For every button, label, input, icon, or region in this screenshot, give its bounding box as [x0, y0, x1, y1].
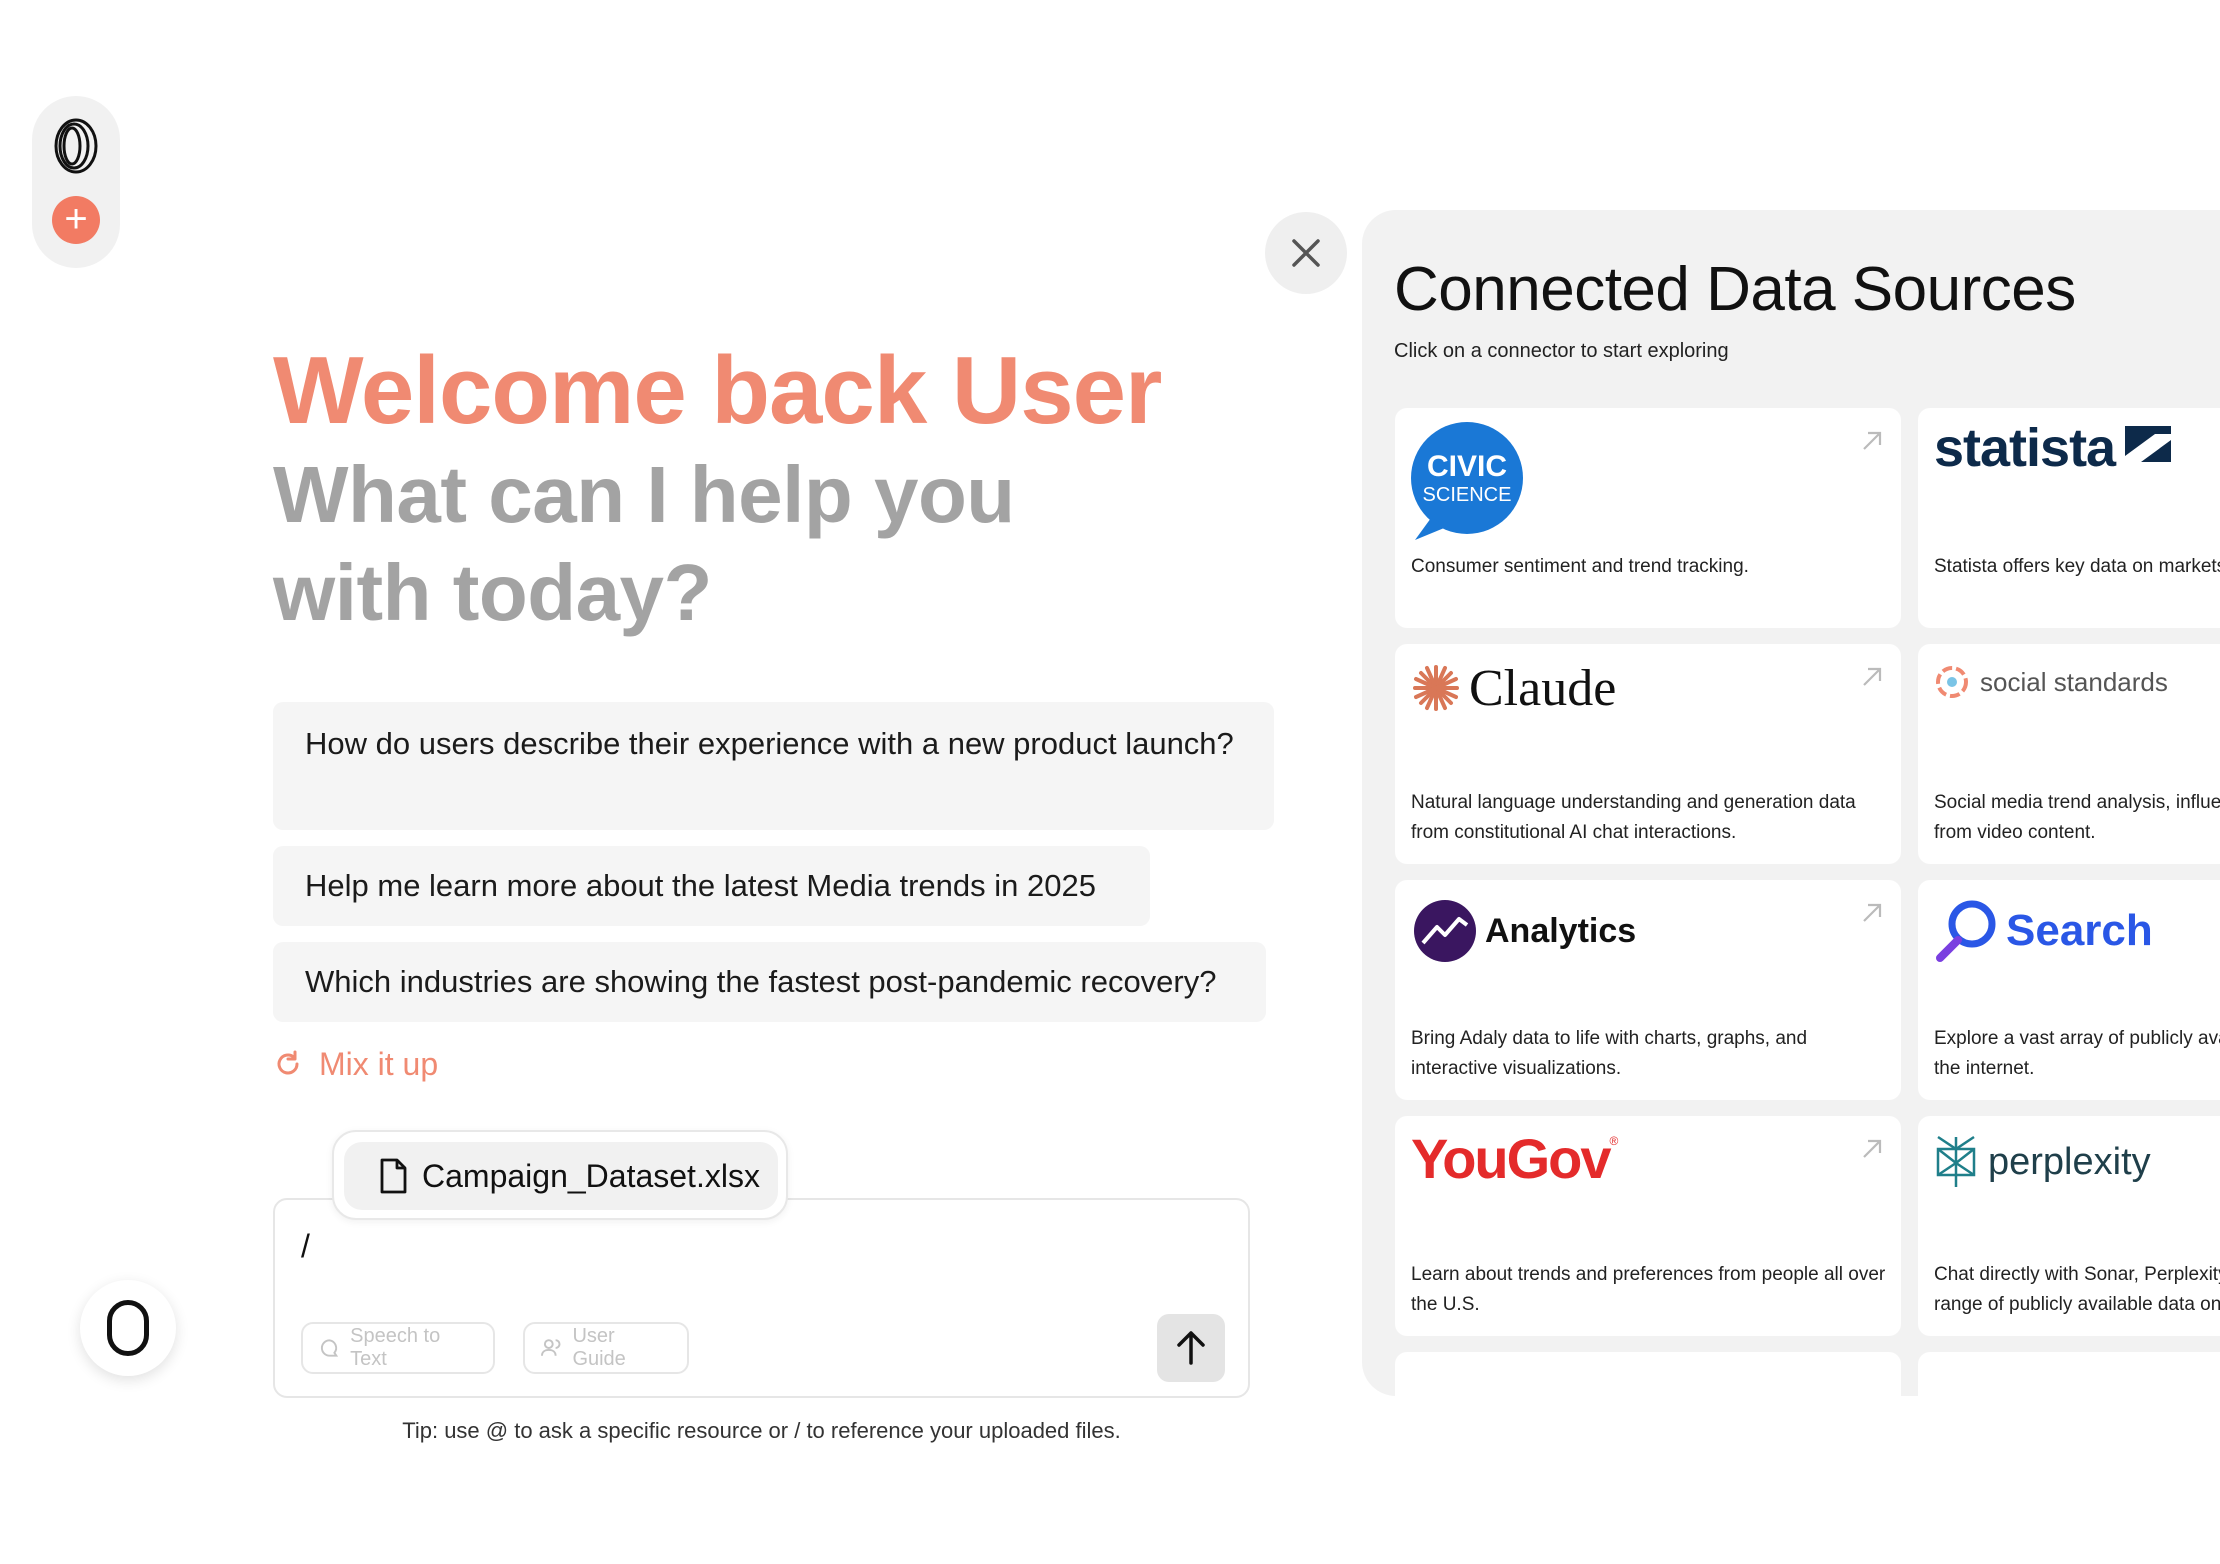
chat-composer[interactable]: / Speech to Text User Guide: [273, 1198, 1250, 1398]
search-logo: Search: [1934, 896, 2153, 966]
registered-mark-icon: ®: [1609, 1134, 1619, 1148]
chat-input[interactable]: /: [301, 1228, 310, 1265]
connector-description: Natural language understanding and gener…: [1411, 792, 1856, 843]
search-magnifier-icon: [1936, 900, 1996, 962]
refresh-icon: [277, 1050, 299, 1075]
assistant-ring-icon: [107, 1300, 149, 1356]
suggestion-chip[interactable]: Which industries are showing the fastest…: [273, 942, 1266, 1022]
connector-description: Chat directly with Sonar, Perplexity's A…: [1934, 1264, 2220, 1315]
speech-to-text-button[interactable]: Speech to Text: [301, 1322, 495, 1374]
connector-card-claude[interactable]: Claude Natural language understanding an…: [1395, 644, 1901, 864]
connector-description: Explore a vast array of publicly availab…: [1934, 1028, 2220, 1079]
attachment-popover: Campaign_Dataset.xlsx: [332, 1130, 788, 1220]
attachment-filename: Campaign_Dataset.xlsx: [422, 1157, 760, 1194]
speech-bubble-icon: [321, 1339, 339, 1357]
welcome-subtitle: What can I help you with today?: [273, 450, 1015, 637]
perplexity-mark-icon: [1936, 1135, 1976, 1187]
yougov-logo: YouGov ®: [1411, 1127, 1619, 1190]
external-arrow-icon: [1863, 431, 1882, 450]
analytics-logo: Analytics: [1413, 898, 1636, 964]
statista-logo: statista: [1934, 418, 2172, 478]
connector-description: Statista offers key data on markets and …: [1934, 556, 2220, 577]
app-logo-icon[interactable]: [52, 116, 100, 176]
suggestion-chip[interactable]: How do users describe their experience w…: [273, 702, 1274, 830]
external-arrow-icon: [1863, 667, 1882, 686]
welcome-title: Welcome back User: [273, 337, 1162, 444]
connector-description: Consumer sentiment and trend tracking.: [1411, 556, 1749, 577]
social-standards-ring-icon: [1936, 666, 1968, 698]
connector-card-social-standards[interactable]: social standards Social media trend anal…: [1918, 644, 2220, 864]
connector-description: Bring Adaly data to life with charts, gr…: [1411, 1028, 1808, 1079]
speech-to-text-label: Speech to Text: [350, 1325, 441, 1370]
new-chat-plus-icon[interactable]: +: [52, 196, 100, 244]
user-guide-button[interactable]: User Guide: [523, 1322, 689, 1374]
close-icon: [1292, 239, 1320, 267]
connector-card-partial[interactable]: [1395, 1352, 1901, 1396]
close-panel-button[interactable]: [1265, 212, 1347, 294]
users-icon: [541, 1339, 561, 1356]
mix-it-up-button[interactable]: Mix it up: [273, 1040, 438, 1088]
statista-mark-icon: [2125, 426, 2172, 470]
panel-title: Connected Data Sources: [1394, 255, 2076, 324]
composer-tip: Tip: use @ to ask a specific resource or…: [402, 1418, 1121, 1443]
left-rail: +: [32, 96, 120, 268]
connector-description: Learn about trends and preferences from …: [1411, 1264, 1886, 1315]
external-arrow-icon: [1863, 903, 1882, 922]
mix-it-up-label: Mix it up: [319, 1045, 439, 1082]
perplexity-logo: perplexity: [1934, 1132, 2151, 1192]
claude-starburst-icon: [1413, 665, 1459, 711]
user-guide-label: User Guide: [572, 1325, 626, 1370]
connector-card-civic-science[interactable]: CIVIC SCIENCE Consumer sentiment and tre…: [1395, 408, 1901, 628]
external-arrow-icon: [1863, 1139, 1882, 1158]
panel-subtitle: Click on a connector to start exploring: [1394, 340, 1729, 362]
connector-card-yougov[interactable]: YouGov ® Learn about trends and preferen…: [1395, 1116, 1901, 1336]
send-button[interactable]: [1157, 1314, 1225, 1382]
data-sources-panel: Connected Data Sources Click on a connec…: [1362, 210, 2220, 1396]
analytics-chart-icon: [1414, 900, 1476, 962]
suggestion-chip[interactable]: Help me learn more about the latest Medi…: [273, 846, 1150, 926]
social-standards-logo: social standards: [1934, 662, 2168, 702]
arrow-up-icon: [1177, 1331, 1205, 1365]
connector-card-statista[interactable]: statista Statista offers key data on mar…: [1918, 408, 2220, 628]
civic-logo-text: CIVIC: [1426, 450, 1507, 483]
science-logo-text: SCIENCE: [1422, 484, 1512, 506]
connector-card-search[interactable]: Search Explore a vast array of publicly …: [1918, 880, 2220, 1100]
assistant-launcher-button[interactable]: [80, 1280, 176, 1376]
file-icon: [380, 1158, 407, 1194]
claude-logo: Claude: [1411, 658, 1616, 718]
connector-card-perplexity[interactable]: perplexity Chat directly with Sonar, Per…: [1918, 1116, 2220, 1336]
connector-card-partial[interactable]: [1918, 1352, 2220, 1396]
connector-description: Social media trend analysis, influencer …: [1934, 792, 2220, 843]
connector-card-analytics[interactable]: Analytics Bring Adaly data to life with …: [1395, 880, 1901, 1100]
attachment-chip[interactable]: Campaign_Dataset.xlsx: [344, 1142, 778, 1210]
